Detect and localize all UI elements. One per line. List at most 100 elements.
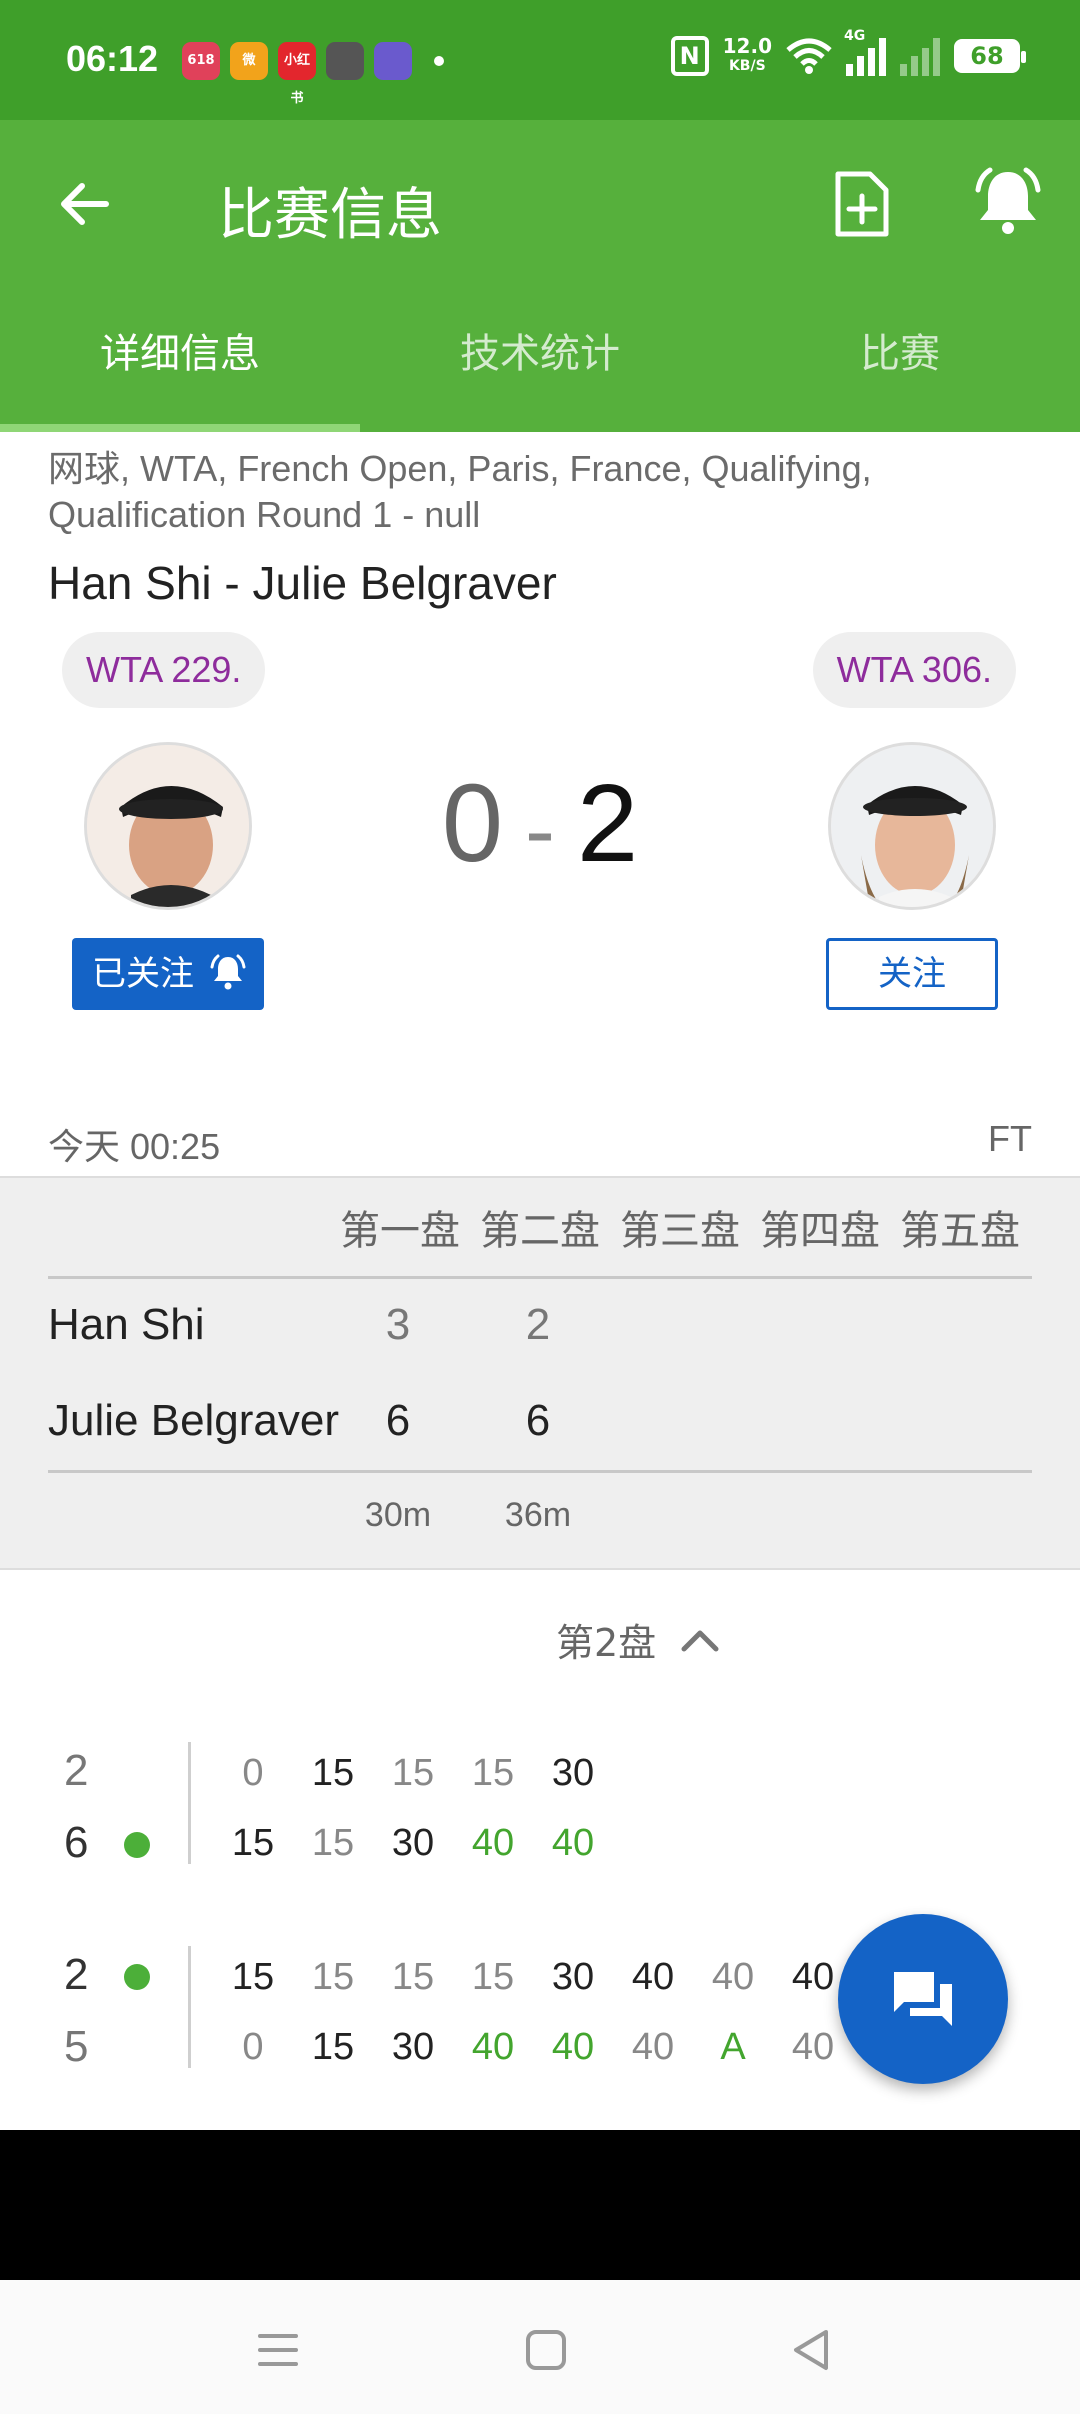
point-score: 15 xyxy=(311,2026,355,2068)
weibo-icon: 微 xyxy=(230,42,268,80)
point-score: 15 xyxy=(391,1956,435,1998)
point-score: 15 xyxy=(311,1822,355,1864)
point-score: 40 xyxy=(631,2026,675,2068)
set-duration: 36m xyxy=(504,1496,572,1534)
cell-signal-1: 4G xyxy=(844,28,886,76)
divider xyxy=(188,1946,191,2068)
point-score: 40 xyxy=(551,2026,595,2068)
menu-icon[interactable] xyxy=(248,2320,308,2380)
set-score-cell: 3 xyxy=(385,1300,411,1349)
tab-matches[interactable]: 比赛 xyxy=(720,290,1080,432)
follow-button[interactable]: 关注 xyxy=(826,938,998,1010)
tab-details[interactable]: 详细信息 xyxy=(0,290,360,432)
point-score: 30 xyxy=(391,1822,435,1864)
set-headers: 第一盘 第二盘 第三盘 第四盘 第五盘 xyxy=(330,1198,1030,1256)
game-away-score: 6 xyxy=(64,1818,89,1867)
set-row-player: Han Shi xyxy=(48,1300,205,1349)
signal-bars-2-icon xyxy=(900,36,940,76)
nfc-icon: N xyxy=(670,36,709,76)
home-square-icon[interactable] xyxy=(516,2320,576,2380)
red-app-icon: 小红书 xyxy=(278,42,316,106)
tab-bar: 详细信息 技术统计 比赛 xyxy=(0,290,1080,432)
chat-fab-button[interactable] xyxy=(838,1914,1008,2084)
network-speed-unit: KB/S xyxy=(728,58,766,74)
set-selector-label: 第2盘 xyxy=(556,1621,657,1665)
back-arrow-icon[interactable] xyxy=(52,172,116,236)
away-player-rank[interactable]: WTA 306. xyxy=(812,632,1016,708)
following-label: 已关注 xyxy=(92,954,194,994)
home-score: 0 xyxy=(441,762,503,885)
battery-icon: 68 xyxy=(954,39,1026,73)
system-icons: N 12.0 KB/S 4G 68 xyxy=(670,28,1026,76)
point-score: 15 xyxy=(471,1956,515,1998)
wifi-icon xyxy=(786,38,832,74)
match-score: 0-2 xyxy=(0,760,1080,887)
point-score: 40 xyxy=(631,1956,675,1998)
set-score-cell: 6 xyxy=(385,1396,411,1445)
game-home-score: 2 xyxy=(64,1746,89,1795)
set-selector[interactable]: 第2盘 xyxy=(556,1612,720,1667)
618-app-icon: 618 xyxy=(182,42,220,80)
system-navigation-bar xyxy=(0,2280,1080,2414)
point-score: 40 xyxy=(551,1822,595,1864)
point-score: 30 xyxy=(551,1752,595,1794)
point-score: 15 xyxy=(231,1822,275,1864)
set-header: 第三盘 xyxy=(620,1208,740,1254)
point-score: 30 xyxy=(391,2026,435,2068)
set-header: 第一盘 xyxy=(340,1208,460,1254)
set-score-cell: 6 xyxy=(525,1396,551,1445)
point-score: 15 xyxy=(311,1752,355,1794)
serve-indicator-icon xyxy=(124,1832,150,1858)
chevron-up-icon xyxy=(681,1630,719,1651)
point-score: 15 xyxy=(471,1752,515,1794)
network-speed-value: 12.0 xyxy=(722,34,772,58)
point-score: A xyxy=(720,2026,746,2068)
serve-indicator-icon xyxy=(124,1964,150,1990)
game-home-score: 2 xyxy=(64,1950,89,1999)
point-score: 15 xyxy=(231,1956,275,1998)
point-score: 40 xyxy=(711,1956,755,1998)
add-to-calendar-icon[interactable] xyxy=(830,168,894,240)
following-button[interactable]: 已关注 xyxy=(72,938,264,1010)
notification-bell-icon[interactable] xyxy=(970,164,1046,240)
point-score: 0 xyxy=(242,2026,264,2068)
score-separator: - xyxy=(525,781,555,881)
more-notifications-dot-icon xyxy=(434,56,444,66)
match-status: FT xyxy=(988,1118,1032,1159)
competition-breadcrumb: 网球, WTA, French Open, Paris, France, Qua… xyxy=(48,448,872,535)
divider xyxy=(48,1470,1032,1473)
status-time: 06:12 xyxy=(66,38,159,79)
status-bar: 06:12 618 微小红书 N 12.0 KB/S 4G 68 xyxy=(0,0,1080,120)
network-type: 4G xyxy=(844,28,866,44)
point-score: 15 xyxy=(391,1752,435,1794)
divider xyxy=(188,1742,191,1864)
set-score-table: 第一盘 第二盘 第三盘 第四盘 第五盘 Han Shi 3 2 Julie Be… xyxy=(0,1176,1080,1570)
tab-statistics[interactable]: 技术统计 xyxy=(360,290,720,432)
point-score: 0 xyxy=(242,1752,264,1794)
set-header: 第二盘 xyxy=(480,1208,600,1254)
ad-banner-area xyxy=(0,2130,1080,2280)
cartoon-app-icon xyxy=(374,42,412,80)
away-score: 2 xyxy=(576,762,639,885)
game-app-icon xyxy=(326,42,364,80)
page-title: 比赛信息 xyxy=(218,183,442,248)
set-score-cell: 2 xyxy=(525,1300,551,1349)
home-player-rank[interactable]: WTA 229. xyxy=(62,632,266,708)
point-score: 30 xyxy=(551,1956,595,1998)
back-triangle-icon[interactable] xyxy=(782,2320,842,2380)
match-time: 今天 00:25 xyxy=(48,1126,221,1167)
game-away-score: 5 xyxy=(64,2022,89,2071)
network-speed: 12.0 KB/S xyxy=(723,36,772,76)
app-bar: 比赛信息 xyxy=(0,120,1080,290)
point-score: 40 xyxy=(471,1822,515,1864)
bell-icon xyxy=(210,954,246,990)
chat-icon xyxy=(894,1972,952,2026)
divider xyxy=(48,1276,1032,1279)
point-score: 15 xyxy=(311,1956,355,1998)
point-score: 40 xyxy=(471,2026,515,2068)
set-header: 第四盘 xyxy=(760,1208,880,1254)
match-title: Han Shi - Julie Belgraver xyxy=(48,557,557,609)
game-row: 2 6 0 15 15 15 30 15 15 30 40 40 xyxy=(0,1742,1080,1886)
point-score: 40 xyxy=(791,2026,835,2068)
set-header: 第五盘 xyxy=(900,1208,1020,1254)
